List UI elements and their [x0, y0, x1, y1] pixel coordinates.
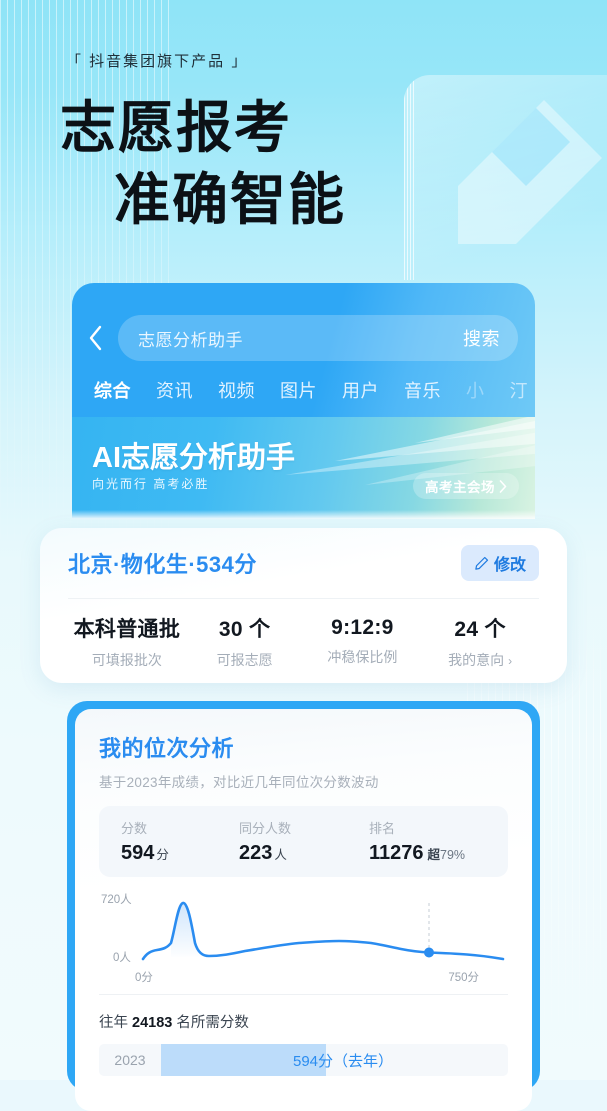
- headline-line-1: 志愿报考: [60, 96, 292, 159]
- search-input-value: 志愿分析助手: [138, 330, 243, 350]
- brand-tagline: 「 抖音集团旗下产品 」: [66, 53, 249, 70]
- rank-stat-label: 同分人数: [239, 821, 292, 836]
- phone-mockup: 志愿分析助手 搜索 综合 资讯 视频 图片 用户 音乐 小 汀 AI志愿分析助手…: [40, 283, 567, 1111]
- watermark-edge: [404, 75, 416, 280]
- rank-card-title: 我的位次分析: [99, 736, 235, 761]
- chart-svg: 720人 0人 0分 750分: [101, 893, 505, 984]
- past-years-title: 往年 24183 名所需分数: [99, 1011, 508, 1032]
- banner-title: AI志愿分析助手: [92, 442, 296, 474]
- year-row: 2023 594分（去年）: [99, 1044, 508, 1076]
- main-venue-button[interactable]: 高考主会场: [413, 473, 519, 499]
- rank-card-subtitle: 基于2023年成绩，对比近几年同位次分数波动: [99, 775, 379, 790]
- chart-ytick-max: 720人: [101, 893, 132, 906]
- rank-stat-unit: 人: [274, 848, 287, 862]
- profile-stat-value: 30 个: [218, 617, 271, 641]
- tab-yinyue[interactable]: 音乐: [404, 377, 441, 403]
- tab-partial[interactable]: 汀: [510, 377, 529, 403]
- profile-title: 北京·物化生·534分: [68, 552, 257, 577]
- profile-stat-label: 我的意向 ›: [421, 650, 539, 670]
- rank-stat-number: 11276: [369, 842, 424, 864]
- score-distribution-chart: 720人 0人 0分 750分: [99, 891, 508, 988]
- profile-card: 北京·物化生·534分 修改 本科普通批 可填报批次 30 个 可报志愿 9:1…: [40, 528, 567, 683]
- search-header: 志愿分析助手 搜索 综合 资讯 视频 图片 用户 音乐 小 汀: [72, 283, 535, 417]
- past-years-prefix: 往年: [99, 1015, 133, 1031]
- profile-stat: 本科普通批 可填报批次: [68, 613, 186, 670]
- search-row: 志愿分析助手 搜索: [72, 315, 535, 361]
- profile-stat-label: 可填报批次: [91, 651, 162, 668]
- search-button[interactable]: 搜索: [463, 325, 500, 351]
- rank-card-frame: 我的位次分析 基于2023年成绩，对比近几年同位次分数波动 分数 594 分 同分…: [67, 701, 540, 1111]
- profile-stat-intentions[interactable]: 24 个 我的意向 ›: [421, 613, 539, 670]
- chevron-left-icon[interactable]: [72, 325, 118, 351]
- rank-stat-label: 排名: [369, 821, 396, 836]
- pencil-edit-icon: [475, 556, 489, 570]
- tab-tupian[interactable]: 图片: [280, 377, 317, 403]
- profile-stat: 9:12:9 冲稳保比例: [304, 616, 422, 667]
- tab-xiao[interactable]: 小: [466, 377, 485, 403]
- edit-profile-button[interactable]: 修改: [460, 545, 539, 581]
- profile-stat-value: 24 个: [454, 617, 506, 641]
- chart-marker-dot[interactable]: [424, 947, 434, 958]
- rank-stat-samescore: 同分人数 223 人: [239, 818, 369, 865]
- year-value: 594分（去年）: [293, 1052, 394, 1070]
- chart-xtick-max: 750分: [448, 971, 479, 984]
- rank-stats-row: 分数 594 分 同分人数 223 人 排名 11276 超79%: [99, 806, 508, 877]
- tab-zonghe[interactable]: 综合: [94, 377, 131, 403]
- edit-profile-label: 修改: [493, 557, 526, 574]
- profile-card-header: 北京·物化生·534分 修改: [68, 528, 539, 599]
- search-tabs: 综合 资讯 视频 图片 用户 音乐 小 汀: [72, 369, 535, 411]
- rank-stat-score: 分数 594 分: [121, 818, 239, 865]
- rank-stat-label: 分数: [121, 821, 148, 836]
- pencil-watermark-panel: [404, 75, 607, 280]
- rank-stat-rank: 排名 11276 超79%: [369, 818, 487, 865]
- rank-stat-number: 594: [121, 842, 155, 864]
- rank-stat-number: 223: [239, 842, 273, 864]
- rank-stat-value: 594 分: [121, 842, 239, 865]
- chevron-right-icon: [499, 479, 507, 493]
- profile-stat-label: 可报志愿: [216, 651, 273, 668]
- chart-divider: [99, 994, 508, 995]
- profile-stats-row: 本科普通批 可填报批次 30 个 可报志愿 9:12:9 冲稳保比例 24 个 …: [68, 599, 539, 683]
- chart-peak-fill: [171, 902, 209, 957]
- search-input[interactable]: 志愿分析助手 搜索: [118, 315, 518, 361]
- chart-ytick-min: 0人: [113, 951, 131, 964]
- chevron-right-icon: ›: [508, 653, 513, 668]
- banner-bottom-fade: [72, 510, 535, 519]
- past-years-suffix: 名所需分数: [172, 1015, 249, 1031]
- rank-stat-unit: 分: [156, 848, 169, 862]
- ai-assistant-banner[interactable]: AI志愿分析助手 向光而行 高考必胜 高考主会场: [72, 417, 535, 519]
- past-years-number: 24183: [132, 1015, 173, 1031]
- profile-stat-label: 冲稳保比例: [327, 648, 398, 665]
- profile-stat-value: 本科普通批: [73, 617, 181, 641]
- main-venue-label: 高考主会场: [425, 480, 495, 495]
- tab-shipin[interactable]: 视频: [218, 377, 255, 403]
- headline-line-2: 准确智能: [114, 168, 346, 231]
- profile-stat: 30 个 可报志愿: [186, 613, 304, 670]
- rank-stat-value: 11276 超79%: [369, 842, 487, 865]
- banner-subtitle: 向光而行 高考必胜: [92, 477, 210, 491]
- tab-zixun[interactable]: 资讯: [156, 377, 193, 403]
- rank-analysis-card: 我的位次分析 基于2023年成绩，对比近几年同位次分数波动 分数 594 分 同分…: [75, 709, 532, 1111]
- rank-stat-extra: 79%: [440, 848, 466, 862]
- tab-yonghu[interactable]: 用户: [342, 377, 379, 403]
- rank-stat-value: 223 人: [239, 842, 369, 865]
- year-label: 2023: [114, 1052, 146, 1068]
- rank-stat-unit: 超: [427, 848, 441, 862]
- chart-xtick-min: 0分: [135, 971, 153, 984]
- profile-stat-value: 9:12:9: [331, 615, 394, 639]
- profile-stat-label-text: 我的意向: [448, 651, 505, 668]
